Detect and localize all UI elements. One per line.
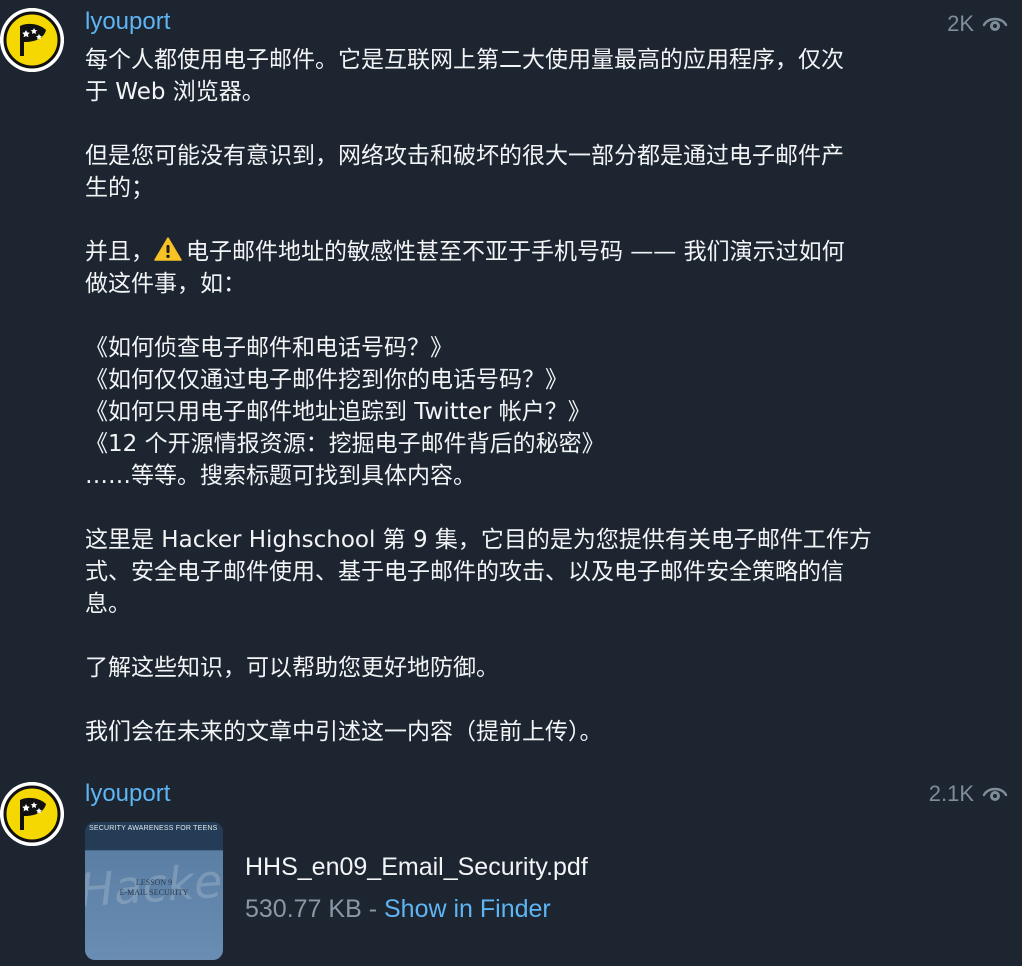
eye-icon xyxy=(982,787,1008,801)
paragraph-prefix: 并且， xyxy=(85,239,154,265)
list-item: 《如何仅仅通过电子邮件挖到你的电话号码？》 xyxy=(85,367,568,393)
thumbnail-header: SECURITY AWARENESS FOR TEENS xyxy=(85,822,223,850)
message-text: 每个人都使用电子邮件。它是互联网上第二大使用量最高的应用程序，仅次 于 Web … xyxy=(85,44,975,748)
sender-name[interactable]: lyouport xyxy=(85,780,170,808)
avatar[interactable] xyxy=(0,8,64,72)
paragraph: 但是您可能没有意识到，网络攻击和破坏的很大一部分都是通过电子邮件产 生的； xyxy=(85,143,844,201)
warning-icon xyxy=(154,237,182,261)
file-meta: 530.77 KB - Show in Finder xyxy=(245,894,551,924)
sender-name[interactable]: lyouport xyxy=(85,8,170,36)
eye-icon xyxy=(982,17,1008,31)
file-name[interactable]: HHS_en09_Email_Security.pdf xyxy=(245,852,588,882)
show-in-finder-link[interactable]: Show in Finder xyxy=(384,895,551,923)
thumbnail-lesson-number: LESSON 9 xyxy=(135,878,173,887)
list-item: 《如何只用电子邮件地址追踪到 Twitter 帐户？》 xyxy=(85,399,591,425)
meta-separator: - xyxy=(361,895,384,923)
view-count: 2K xyxy=(947,10,1008,38)
file-size: 530.77 KB xyxy=(245,895,362,923)
thumbnail-lesson: LESSON 9 E-MAIL SECURITY xyxy=(85,878,223,898)
pirate-flag-logo xyxy=(0,782,64,846)
message-feed: lyouport 2K 每个人都使用电子邮件。它是互联网上第二大使用量最高的应用… xyxy=(0,0,1022,966)
pirate-flag-logo xyxy=(0,8,64,72)
view-count: 2.1K xyxy=(929,780,1008,808)
paragraph-rest: 电子邮件地址的敏感性甚至不亚于手机号码 —— 我们演示过如何 做这件事，如： xyxy=(85,239,845,297)
paragraph: 每个人都使用电子邮件。它是互联网上第二大使用量最高的应用程序，仅次 于 Web … xyxy=(85,47,844,105)
thumbnail-lesson-title: E-MAIL SECURITY xyxy=(119,888,189,897)
paragraph: 我们会在未来的文章中引述这一内容（提前上传）。 xyxy=(85,719,603,745)
paragraph: 并且， 电子邮件地址的敏感性甚至不亚于手机号码 —— 我们演示过如何 做这件事，如… xyxy=(85,236,975,300)
paragraph: 这里是 Hacker Highschool 第 9 集，它目的是为您提供有关电子… xyxy=(85,527,872,617)
message-1: lyouport 2K 每个人都使用电子邮件。它是互联网上第二大使用量最高的应用… xyxy=(0,0,1022,770)
paragraph: 了解这些知识，可以帮助您更好地防御。 xyxy=(85,655,499,681)
article-list: 《如何侦查电子邮件和电话号码？》 《如何仅仅通过电子邮件挖到你的电话号码？》 《… xyxy=(85,332,975,492)
list-item: 《12 个开源情报资源：挖掘电子邮件背后的秘密》 xyxy=(85,431,605,457)
file-attachment[interactable]: Hacker Highsc SECURITY AWARENESS FOR TEE… xyxy=(85,822,985,960)
view-count-value: 2K xyxy=(947,11,974,36)
avatar[interactable] xyxy=(0,782,64,846)
list-item: ……等等。搜索标题可找到具体内容。 xyxy=(85,463,476,489)
view-count-value: 2.1K xyxy=(928,781,974,806)
list-item: 《如何侦查电子邮件和电话号码？》 xyxy=(85,335,453,361)
file-thumbnail[interactable]: Hacker Highsc SECURITY AWARENESS FOR TEE… xyxy=(85,822,223,960)
